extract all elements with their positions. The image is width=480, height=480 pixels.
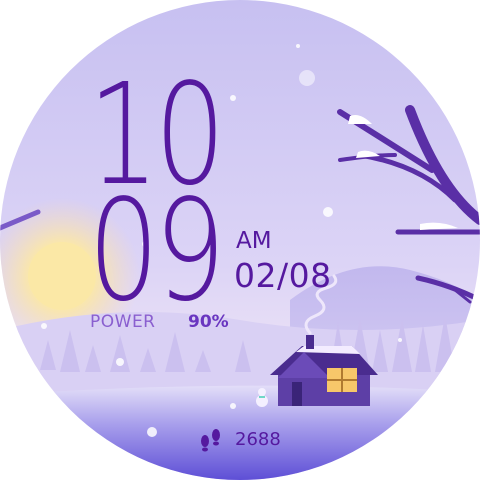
footsteps-icon <box>201 429 220 452</box>
watch-face: 10 09 AM 02/08 POWER 90% 2688 <box>0 0 480 480</box>
power-value: 90% <box>188 312 229 332</box>
sun <box>28 242 96 310</box>
date-display: 02/08 <box>234 256 332 295</box>
power-label: POWER <box>90 312 156 332</box>
minute-digits: 09 <box>88 170 226 333</box>
am-pm-indicator: AM <box>236 228 272 254</box>
step-count: 2688 <box>235 429 281 450</box>
